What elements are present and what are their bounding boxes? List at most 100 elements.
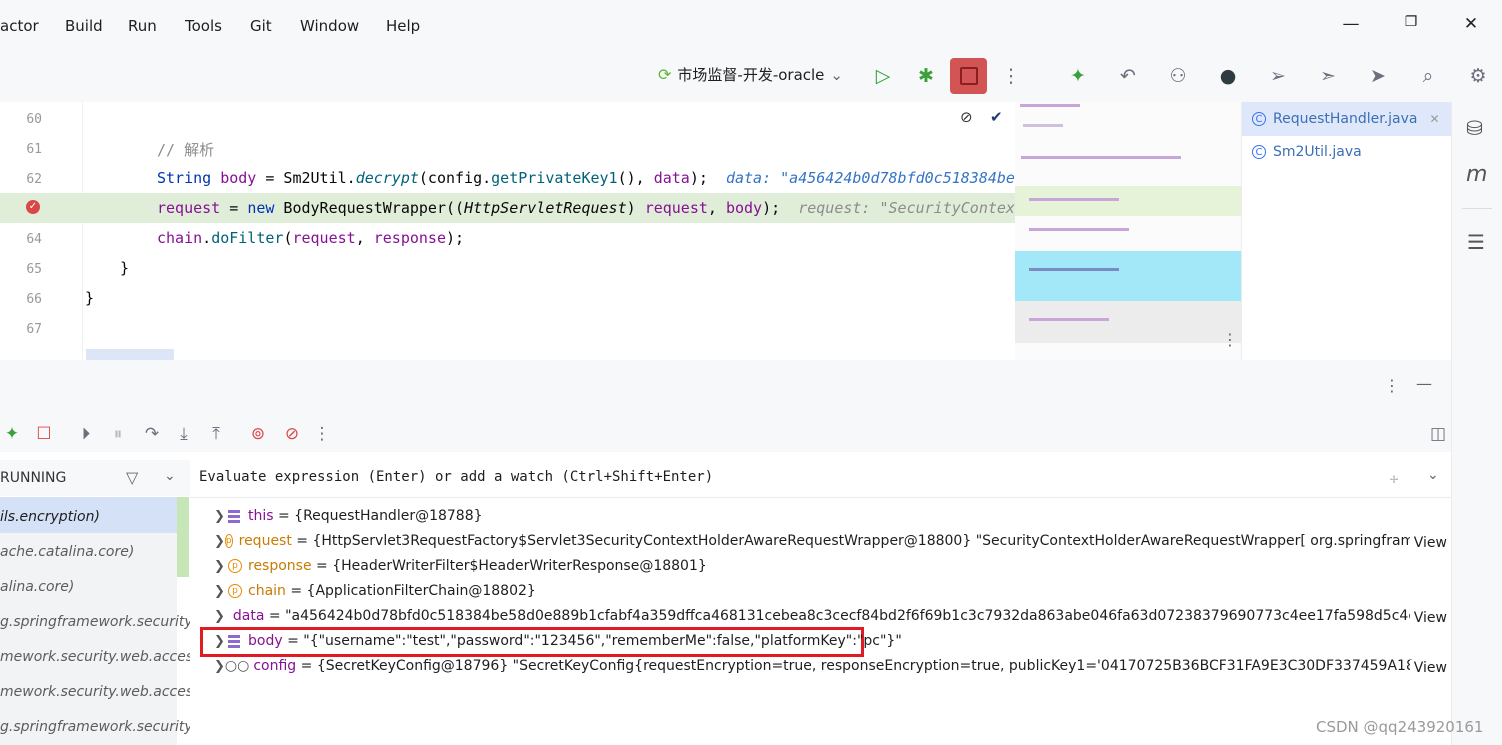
frame-item[interactable]: ache.catalina.core) (0, 544, 134, 560)
pause-icon[interactable]: ⏸ (106, 424, 130, 446)
variable-row[interactable]: ❯ p chain = {ApplicationFilterChain@1880… (214, 583, 536, 599)
minimize-panel-icon[interactable]: — (1416, 374, 1432, 393)
close-icon[interactable]: ✕ (1459, 14, 1483, 38)
expand-chevron-icon[interactable]: ❯ (214, 534, 225, 549)
code-line-66: } (85, 289, 95, 307)
menu-refactor[interactable]: actor (0, 17, 39, 35)
variable-row[interactable]: ❯ p response = {HeaderWriterFilter$Heade… (214, 558, 707, 574)
step-over-icon[interactable]: ↷ (140, 424, 164, 446)
debug-icon[interactable]: ✱ (912, 62, 940, 90)
chevron-down-icon[interactable]: ⌄ (1427, 467, 1439, 483)
file-item-requesthandler[interactable]: C RequestHandler.java ✕ (1252, 111, 1440, 127)
menu-tools[interactable]: Tools (185, 17, 222, 35)
frames-list: ils.encryption) ache.catalina.core) alin… (0, 497, 232, 745)
run-icon[interactable]: ▷ (869, 62, 897, 90)
breakpoint-icon[interactable]: ✓ (26, 200, 40, 214)
structure-icon[interactable]: ☰ (1467, 230, 1485, 254)
inline-debug-hint: data: "a456424b0d78bfd0c518384be (725, 169, 1015, 187)
variable-value: = {HeaderWriterFilter$HeaderWriterRespon… (316, 558, 707, 574)
minimap[interactable]: ⋮ (1015, 102, 1241, 360)
menu-build[interactable]: Build (65, 17, 103, 35)
settings-icon[interactable]: ⚙ (1464, 62, 1492, 90)
more-icon[interactable]: ⋮ (1222, 330, 1238, 349)
menu-git[interactable]: Git (250, 17, 272, 35)
undo-icon[interactable]: ↶ (1114, 62, 1142, 90)
minimap-line (1020, 104, 1080, 107)
variable-row[interactable]: ❯ this = {RequestHandler@18788} (214, 508, 483, 524)
more-icon[interactable]: ⋮ (997, 62, 1025, 90)
filter-icon[interactable]: ▽ (126, 468, 138, 487)
minimap-line (1021, 156, 1181, 159)
add-watch-icon[interactable]: ⧾ (1390, 468, 1398, 488)
frame-item[interactable]: g.springframework.security.we (0, 614, 216, 630)
minimap-line (1029, 268, 1119, 271)
hide-hints-icon[interactable]: ⊘ (960, 108, 973, 126)
step-out-icon[interactable]: ⤒ (204, 424, 228, 446)
view-link[interactable]: View (1409, 535, 1447, 551)
stop-icon (959, 67, 978, 85)
restore-icon[interactable]: ❐ (1399, 14, 1423, 38)
view-link[interactable]: View (1409, 610, 1447, 626)
frames-header: RUNNING ▽ ⌄ (0, 460, 190, 496)
run-config-selector[interactable]: ⟳ 市场监督-开发-oracle ⌄ (658, 64, 843, 85)
code-editor[interactable]: 60 61 62 ✓ 64 65 66 67 // 解析 String body… (0, 102, 1015, 360)
attach-debugger-icon[interactable]: ✦ (1064, 62, 1092, 90)
expand-chevron-icon[interactable]: ❯ (214, 659, 225, 674)
more-icon[interactable]: ⋮ (1384, 376, 1400, 395)
expand-chevron-icon[interactable]: ❯ (214, 559, 228, 574)
line-number: 60 (26, 112, 42, 127)
menu-window[interactable]: Window (300, 17, 359, 35)
minimap-line (1029, 198, 1119, 201)
layout-icon[interactable]: ◫ (1426, 424, 1450, 446)
variable-row[interactable]: ❯ p request = {HttpServlet3RequestFactor… (214, 533, 1414, 549)
view-breakpoints-icon[interactable]: ⊚ (246, 424, 270, 446)
menu-run[interactable]: Run (128, 17, 157, 35)
frame-item[interactable]: ils.encryption) (0, 509, 100, 525)
run-config-label: 市场监督-开发-oracle (677, 66, 825, 84)
deploy-icon[interactable]: ➣ (1314, 62, 1342, 90)
expand-chevron-icon[interactable]: ❯ (214, 509, 228, 524)
expand-chevron-icon[interactable]: ❯ (214, 609, 225, 624)
close-tab-icon[interactable]: ✕ (1430, 112, 1440, 126)
variable-name: chain (248, 583, 286, 599)
file-item-sm2util[interactable]: C Sm2Util.java (1252, 144, 1362, 160)
expand-chevron-icon[interactable]: ❯ (214, 584, 228, 599)
frame-item[interactable]: g.springframework.security.we (0, 719, 216, 735)
class-icon: C (1252, 145, 1266, 159)
add-user-icon[interactable]: ⚇ (1164, 62, 1192, 90)
mute-breakpoints-icon[interactable]: ⊘ (280, 424, 304, 446)
rerun-debug-icon[interactable]: ✦ (0, 424, 24, 446)
resume-icon[interactable]: ⏵ (74, 424, 98, 446)
chevron-down-icon[interactable]: ⌄ (164, 468, 176, 484)
variable-row[interactable]: ❯ data = "a456424b0d78bfd0c518384be58d0e… (214, 608, 1414, 624)
share-icon[interactable]: ➤ (1364, 62, 1392, 90)
more-icon[interactable]: ⋮ (310, 424, 334, 446)
variable-row[interactable]: ❯ ○○ config = {SecretKeyConfig@18796} "S… (214, 658, 1414, 674)
stop-icon[interactable]: ☐ (32, 424, 56, 446)
frames-scrollbar[interactable] (177, 497, 189, 577)
checkmark-icon[interactable]: ✔ (990, 108, 1003, 126)
right-tool-strip: ⛁ m ☰ (1451, 102, 1502, 745)
database-icon[interactable]: ⛁ (1466, 116, 1483, 140)
code-line-64: chain.doFilter(request, response); (157, 229, 465, 247)
code-comment: // 解析 (157, 141, 215, 159)
horizontal-scrollbar[interactable] (86, 349, 174, 360)
expand-chevron-icon[interactable]: ❯ (214, 634, 228, 649)
variable-row[interactable]: ❯ body = "{"username":"test","password":… (214, 633, 902, 649)
stop-button[interactable] (950, 58, 987, 94)
file-list: C RequestHandler.java ✕ C Sm2Util.java (1241, 102, 1452, 360)
menu-help[interactable]: Help (386, 17, 420, 35)
search-icon[interactable]: ⌕ (1414, 62, 1442, 90)
watermark: CSDN @qq243920161 (1316, 718, 1484, 736)
maven-icon[interactable]: m (1466, 162, 1487, 187)
plugin-icon[interactable]: ● (1214, 62, 1242, 90)
send-icon[interactable]: ➢ (1264, 62, 1292, 90)
variable-value: = "a456424b0d78bfd0c518384be58d0e889b1cf… (268, 608, 1414, 624)
evaluate-placeholder: Evaluate expression (Enter) or add a wat… (199, 469, 714, 485)
code-line-65: } (120, 259, 130, 277)
evaluate-expression-input[interactable]: Evaluate expression (Enter) or add a wat… (190, 460, 1451, 498)
view-link[interactable]: View (1409, 660, 1447, 676)
frame-item[interactable]: alina.core) (0, 579, 74, 595)
minimize-icon[interactable]: — (1339, 14, 1363, 38)
step-into-icon[interactable]: ⤓ (172, 424, 196, 446)
